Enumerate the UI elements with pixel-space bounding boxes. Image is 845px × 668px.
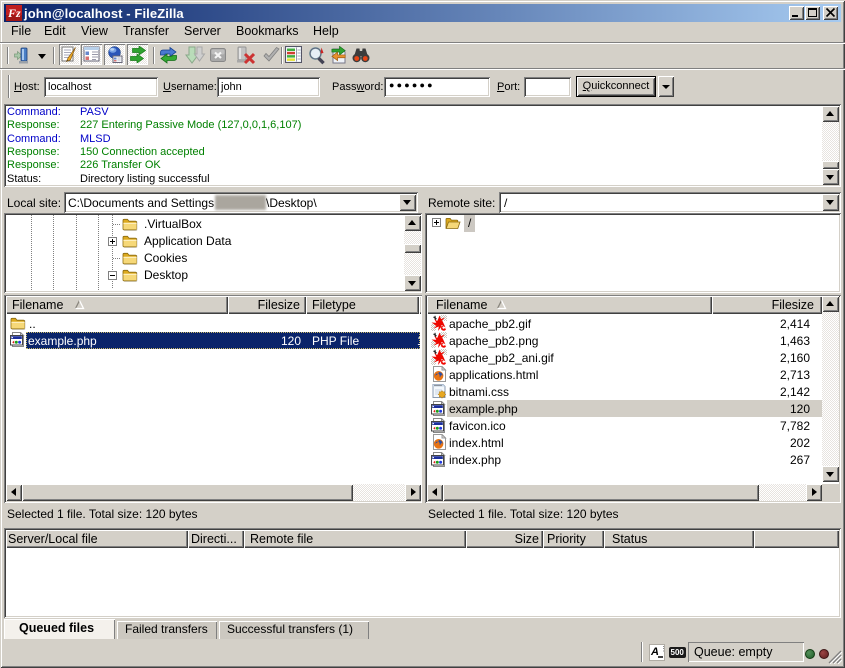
svg-text:Fz: Fz: [7, 6, 21, 20]
